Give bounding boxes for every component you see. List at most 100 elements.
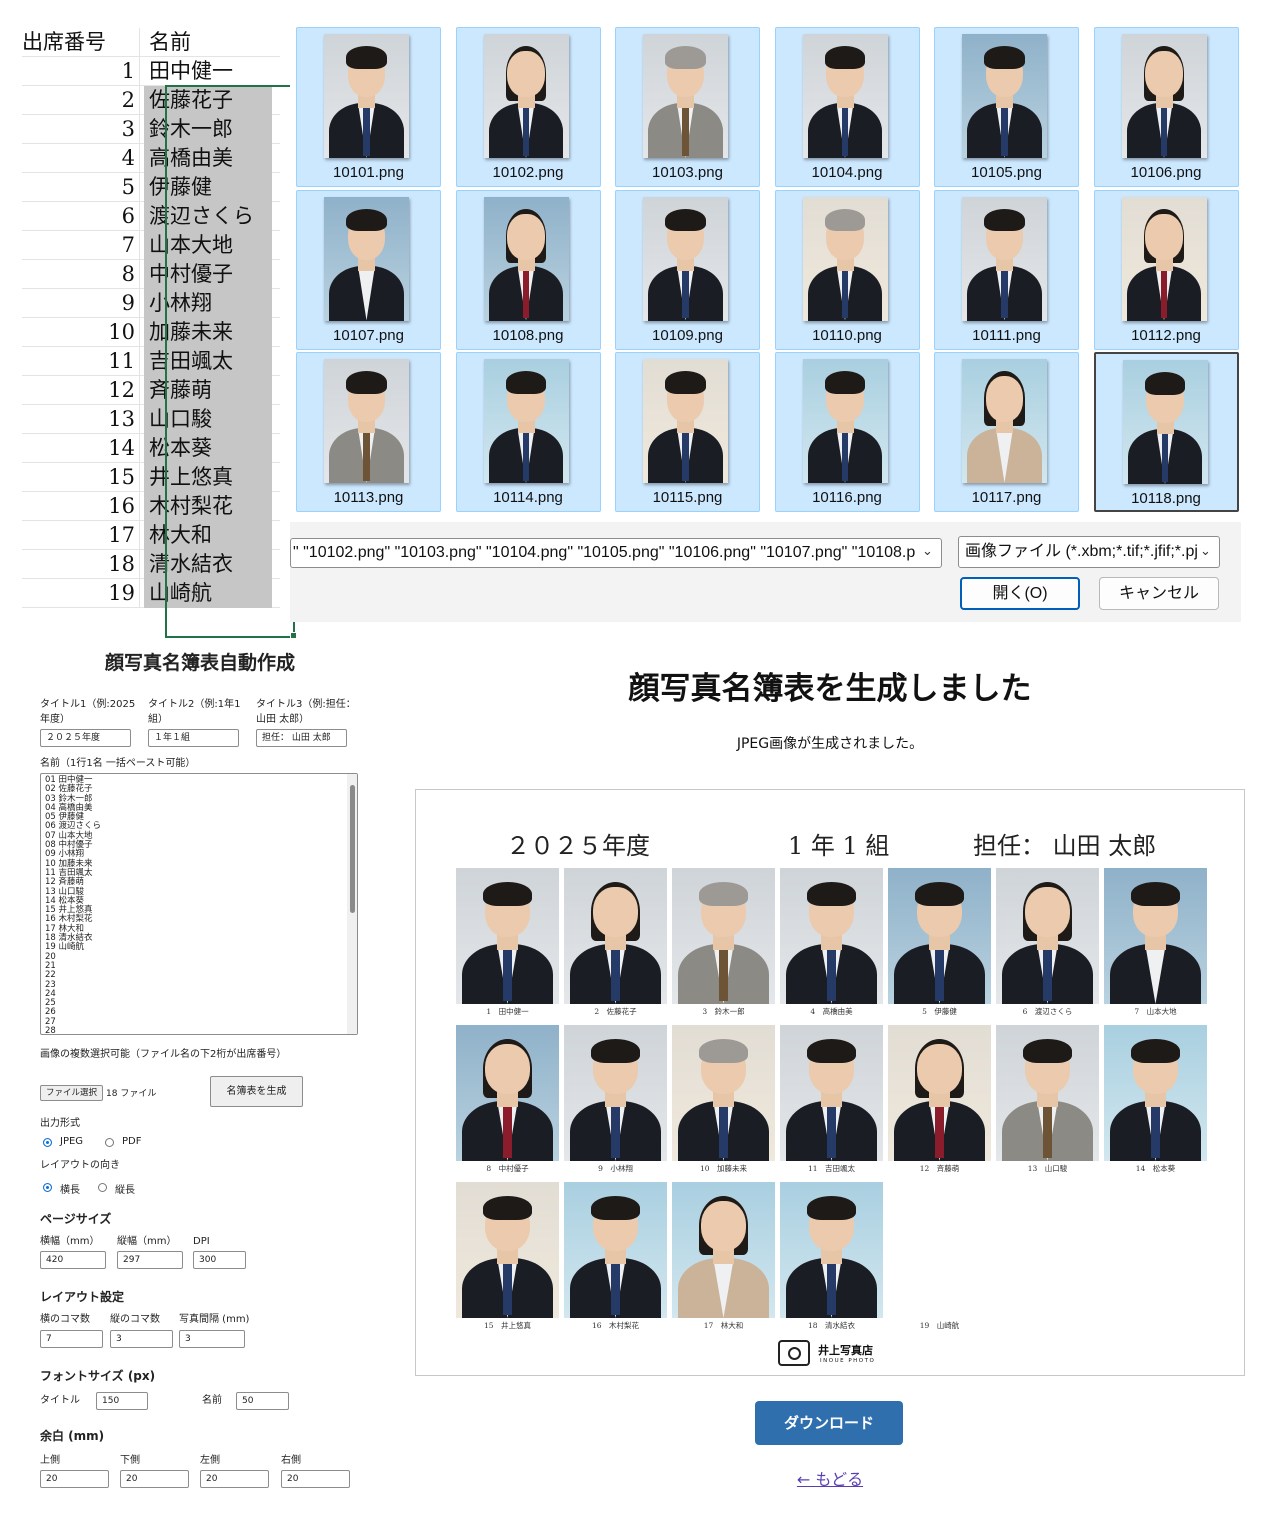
sheet-cell-name[interactable]: 伊藤健 (144, 173, 272, 202)
sheet-cell-number[interactable]: 16 (22, 492, 140, 521)
file-tile[interactable]: 10108.png (455, 189, 601, 350)
names-textarea[interactable]: 01 田中健一 02 佐藤花子 03 鈴木一郎 04 高橋由美 05 伊藤健 0… (40, 773, 358, 1035)
sheet-cell-name[interactable]: 松本葵 (144, 434, 272, 463)
open-button[interactable]: 開く(O) (960, 577, 1080, 610)
sheet-cell-name[interactable]: 佐藤花子 (144, 86, 272, 115)
sheet-cell-number[interactable]: 17 (22, 521, 140, 550)
file-tile[interactable]: 10106.png (1093, 27, 1239, 187)
file-tile[interactable]: 10103.png (615, 27, 760, 187)
sheet-cell-number[interactable]: 7 (22, 231, 140, 260)
title2-input[interactable]: １年１組 (148, 729, 239, 747)
sheet-cell-number[interactable]: 8 (22, 260, 140, 289)
file-tile[interactable]: 10111.png (934, 189, 1079, 350)
sheet-cell-name[interactable]: 林大和 (144, 521, 272, 550)
file-tile[interactable]: 10104.png (774, 27, 920, 187)
cols-input[interactable]: 7 (40, 1330, 103, 1348)
sheet-cell-name[interactable]: 吉田颯太 (144, 347, 272, 376)
sheet-cell-number[interactable]: 9 (22, 289, 140, 318)
sheet-header-num[interactable]: 出席番号 (22, 28, 140, 57)
margin-top-input[interactable]: 20 (40, 1470, 109, 1488)
sheet-cell-number[interactable]: 3 (22, 115, 140, 144)
margin-left-input[interactable]: 20 (200, 1470, 269, 1488)
file-name-label: 10106.png (1130, 164, 1202, 181)
file-select-button[interactable]: ファイル選択 (40, 1085, 103, 1101)
sheet-cell-number[interactable]: 13 (22, 405, 140, 434)
filename-input[interactable]: " "10102.png" "10103.png" "10104.png" "1… (290, 538, 942, 568)
font-name-input[interactable]: 50 (236, 1392, 289, 1410)
download-button[interactable]: ダウンロード (755, 1401, 903, 1445)
fill-handle[interactable] (290, 632, 297, 639)
file-tile[interactable]: 10101.png (296, 27, 441, 187)
sheet-cell-number[interactable]: 14 (22, 434, 140, 463)
roster-form: 顔写真名簿表自動作成 タイトル1（例:2025年度） タイトル2（例:1年1組）… (30, 640, 370, 1510)
sheet-cell-number[interactable]: 5 (22, 173, 140, 202)
sheet-cell-number[interactable]: 6 (22, 202, 140, 231)
sheet-cell-name[interactable]: 斉藤萌 (144, 376, 272, 405)
sheet-cell-name[interactable]: 井上悠真 (144, 463, 272, 492)
file-tile[interactable]: 10115.png (615, 352, 760, 512)
file-thumbnail (324, 359, 409, 483)
gap-input[interactable]: 3 (179, 1330, 245, 1348)
sheet-cell-name[interactable]: 山口駿 (144, 405, 272, 434)
sheet-cell-number[interactable]: 12 (22, 376, 140, 405)
file-tile[interactable]: 10110.png (774, 189, 920, 350)
sheet-cell-name[interactable]: 鈴木一郎 (144, 115, 272, 144)
sheet-cell-name[interactable]: 山本大地 (144, 231, 272, 260)
file-tile[interactable]: 10116.png (774, 352, 920, 512)
sheet-header-name[interactable]: 名前 (144, 28, 272, 57)
width-input[interactable]: 420 (40, 1251, 106, 1269)
roster-cell: 8 中村優子 (456, 1025, 559, 1175)
generate-button[interactable]: 名簿表を生成 (210, 1076, 303, 1107)
sheet-cell-name[interactable]: 渡辺さくら (144, 202, 272, 231)
sheet-cell-number[interactable]: 18 (22, 550, 140, 579)
rows-input[interactable]: 3 (110, 1330, 173, 1348)
font-title-input[interactable]: 150 (96, 1392, 148, 1410)
sheet-cell-name[interactable]: 高橋由美 (144, 144, 272, 173)
sheet-cell-name[interactable]: 木村梨花 (144, 492, 272, 521)
file-tile[interactable]: 10112.png (1093, 189, 1239, 350)
roster-cell: 17 林大和 (672, 1182, 775, 1332)
margin-bottom-input[interactable]: 20 (120, 1470, 189, 1488)
file-name-label: 10115.png (652, 489, 723, 506)
names-scrollbar-thumb[interactable] (350, 785, 355, 913)
file-count: 18 ファイル (106, 1089, 157, 1099)
chevron-down-icon[interactable]: ⌄ (922, 544, 933, 559)
gap-label: 写真間隔 (mm) (179, 1314, 250, 1325)
back-link[interactable]: ← もどる (415, 1466, 1245, 1490)
roster-caption: 4 高橋由美 (810, 1007, 853, 1016)
file-tile[interactable]: 10105.png (934, 27, 1079, 187)
portrait-radio[interactable] (98, 1183, 107, 1192)
sheet-cell-number[interactable]: 15 (22, 463, 140, 492)
file-type-select[interactable]: 画像ファイル (*.xbm;*.tif;*.jfif;*.pj (958, 536, 1220, 568)
chevron-down-icon[interactable]: ⌄ (1200, 544, 1211, 559)
sheet-cell-number[interactable]: 19 (22, 579, 140, 608)
file-tile[interactable]: 10107.png (296, 189, 441, 350)
file-tile[interactable]: 10102.png (455, 27, 601, 187)
margin-right-input[interactable]: 20 (281, 1470, 350, 1488)
sheet-cell-name[interactable]: 中村優子 (144, 260, 272, 289)
file-tile[interactable]: 10114.png (455, 352, 601, 512)
sheet-cell-name[interactable]: 小林翔 (144, 289, 272, 318)
height-input[interactable]: 297 (117, 1251, 183, 1269)
title3-input[interactable]: 担任： 山田 太郎 (256, 729, 347, 747)
sheet-cell-number[interactable]: 10 (22, 318, 140, 347)
jpeg-radio[interactable] (43, 1138, 52, 1147)
sheet-cell-name[interactable]: 山崎航 (144, 579, 272, 608)
title1-input[interactable]: ２０２５年度 (40, 729, 131, 747)
file-tile[interactable]: 10109.png (615, 189, 760, 350)
file-tile[interactable]: 10118.png (1093, 352, 1239, 512)
sheet-cell-number[interactable]: 2 (22, 86, 140, 115)
pdf-radio[interactable] (105, 1138, 114, 1147)
sheet-cell-number[interactable]: 1 (22, 57, 140, 86)
dpi-input[interactable]: 300 (193, 1251, 246, 1269)
landscape-radio[interactable] (43, 1183, 52, 1192)
sheet-cell-number[interactable]: 4 (22, 144, 140, 173)
sheet-row: 7 山本大地 (22, 231, 280, 260)
sheet-cell-name[interactable]: 加藤未来 (144, 318, 272, 347)
file-tile[interactable]: 10117.png (934, 352, 1079, 512)
sheet-cell-name[interactable]: 清水結衣 (144, 550, 272, 579)
sheet-cell-name[interactable]: 田中健一 (144, 57, 272, 86)
file-tile[interactable]: 10113.png (296, 352, 441, 512)
cancel-button[interactable]: キャンセル (1099, 577, 1219, 610)
sheet-cell-number[interactable]: 11 (22, 347, 140, 376)
